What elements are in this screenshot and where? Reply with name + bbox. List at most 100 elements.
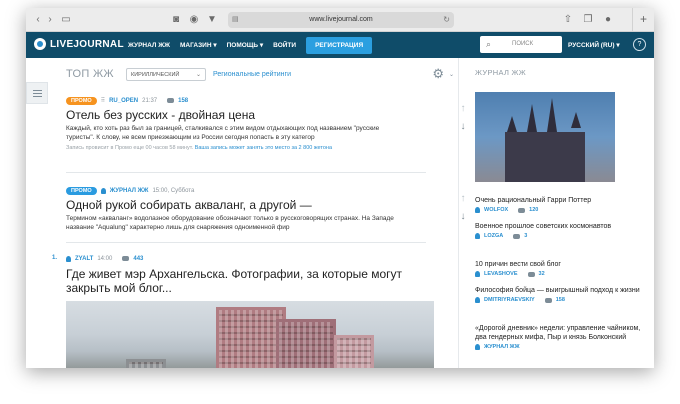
sidebar-post: Военное прошлое советских космонавтов LO… <box>475 222 645 239</box>
promo-badge: ПРОМО <box>66 186 97 195</box>
comment-icon <box>518 207 526 213</box>
share-icon[interactable]: ⇧ <box>562 14 574 26</box>
author-link[interactable]: ЖУРНАЛ ЖЖ <box>110 188 149 194</box>
top-header: ТОП ЖЖ КИРИЛЛИЧЕСКИЙ ⌄ Региональные рейт… <box>66 66 454 84</box>
regional-ratings-link[interactable]: Региональные рейтинги <box>213 71 291 78</box>
gear-icon[interactable]: ⚙ <box>432 66 444 82</box>
logo-text: LIVEJOURNAL <box>50 38 124 50</box>
sidebar-post: «Дорогой дневник» недели: управление чай… <box>475 324 645 350</box>
list-icon-line <box>33 90 42 91</box>
trees-shape <box>66 367 434 368</box>
register-button[interactable]: РЕГИСТРАЦИЯ <box>306 36 373 54</box>
sidebar-post-title[interactable]: «Дорогой дневник» недели: управление чай… <box>475 324 645 342</box>
comment-count[interactable]: 158 <box>556 297 565 303</box>
nav-item-journal[interactable]: ЖУРНАЛ ЖЖ <box>128 42 170 49</box>
promo-post: ПРОМО ⠿ RU_OPEN 21:37 158 Отель без русс… <box>66 96 466 151</box>
promo-note-text: Запись провисит в Промо еще 00 часов 58 … <box>66 145 194 151</box>
rank-number: 1. <box>52 255 58 261</box>
sidebar-post-title[interactable]: 10 причин вести свой блог <box>475 260 645 269</box>
building-shape <box>334 335 374 368</box>
search-icon: ⌕ <box>486 39 492 49</box>
divider <box>66 172 426 173</box>
sidebar-post: Очень рациональный Гарри Поттер WOLFOX 1… <box>475 196 645 213</box>
comment-count[interactable]: 32 <box>539 271 545 277</box>
featured-photo[interactable] <box>475 92 615 182</box>
nav-item-help[interactable]: ПОМОЩЬ ▾ <box>227 41 264 49</box>
post-time: 14:00 <box>97 255 113 262</box>
sidebar-post: 10 причин вести свой блог LEVASHOVE 32 <box>475 260 645 277</box>
sidebar-heading: ЖУРНАЛ ЖЖ <box>475 68 526 77</box>
author-link[interactable]: ZYALT <box>75 256 93 262</box>
comment-count[interactable]: 120 <box>529 207 538 213</box>
comment-count[interactable]: 443 <box>133 256 143 262</box>
comment-icon <box>167 98 175 103</box>
post-title[interactable]: Отель без русских - двойная цена <box>66 108 454 122</box>
pocket-icon[interactable]: ◙ <box>170 14 182 26</box>
sidebar-toggle-button[interactable] <box>26 82 48 104</box>
user-icon <box>100 187 106 194</box>
comment-count[interactable]: 3 <box>524 233 527 239</box>
sidebar-post-title[interactable]: Военное прошлое советских космонавтов <box>475 222 645 231</box>
nav-item-shop[interactable]: МАГАЗИН ▾ <box>180 41 217 49</box>
comment-count[interactable]: 158 <box>178 98 188 104</box>
nav-menu: ЖУРНАЛ ЖЖ МАГАЗИН ▾ ПОМОЩЬ ▾ ВОЙТИ РЕГИС… <box>128 32 373 58</box>
site-navbar: LIVEJOURNAL ЖУРНАЛ ЖЖ МАГАЗИН ▾ ПОМОЩЬ ▾… <box>26 32 654 58</box>
comment-icon <box>122 256 130 261</box>
site-logo[interactable]: LIVEJOURNAL <box>34 38 124 50</box>
address-bar[interactable]: ▤ www.livejournal.com ↻ <box>228 12 454 28</box>
author-link[interactable]: LEVASHOVE <box>484 271 518 277</box>
author-link[interactable]: WOLFOX <box>484 207 508 213</box>
new-tab-button[interactable]: + <box>632 8 654 32</box>
building-shape <box>276 319 336 368</box>
comment-icon <box>527 271 535 277</box>
tabs-icon[interactable]: ❐ <box>582 14 594 26</box>
url-text: www.livejournal.com <box>309 16 373 23</box>
reload-icon[interactable]: ↻ <box>443 12 450 28</box>
language-selector[interactable]: РУССКИЙ (RU) ▾ <box>568 41 620 49</box>
chevron-down-icon[interactable]: ⌄ <box>449 71 454 78</box>
post-excerpt: Каждый, кто хоть раз был за границей, ст… <box>66 125 380 141</box>
post-time: 15:00, Суббота <box>152 187 195 194</box>
post-meta: ZYALT 14:00 443 <box>66 254 454 263</box>
sidebar-post-meta: WOLFOX 120 <box>475 207 645 213</box>
sidebar-icon[interactable]: ▭ <box>60 14 72 26</box>
main-column: ТОП ЖЖ КИРИЛЛИЧЕСКИЙ ⌄ Региональные рейт… <box>52 58 466 368</box>
promo-buy-link[interactable]: Ваша запись может занять это место за 2 … <box>195 145 332 151</box>
post-excerpt: Термином «акваланг» водолазное оборудова… <box>66 215 394 231</box>
post-title[interactable]: Одной рукой собирать акваланг, а другой … <box>66 198 454 212</box>
spire-shape <box>527 104 537 132</box>
author-link[interactable]: ЖУРНАЛ ЖЖ <box>484 344 520 350</box>
sidebar-post-title[interactable]: Философия бойца — выигрышный подход к жи… <box>475 286 645 295</box>
divider <box>66 242 426 243</box>
sidebar-post-meta: LOZGA 3 <box>475 233 645 239</box>
help-icon[interactable]: ? <box>633 38 646 51</box>
reader-icon[interactable]: ▤ <box>232 12 239 28</box>
script-filter-select[interactable]: КИРИЛЛИЧЕСКИЙ ⌄ <box>126 68 206 81</box>
post-meta: ПРОМО ⠿ RU_OPEN 21:37 158 <box>66 96 454 105</box>
forward-icon[interactable]: › <box>44 14 56 26</box>
spire-shape <box>547 98 557 132</box>
nav-item-login[interactable]: ВОЙТИ <box>273 42 296 49</box>
search-input[interactable]: ⌕ ПОИСК <box>480 36 562 53</box>
download-icon[interactable]: ▼ <box>206 14 218 26</box>
post-meta: ПРОМО ЖУРНАЛ ЖЖ 15:00, Суббота <box>66 186 454 195</box>
sidebar-post-meta: DMITRIYRAEVSKIY 158 <box>475 297 645 303</box>
sidebar-post: Философия бойца — выигрышный подход к жи… <box>475 286 645 303</box>
settings-icon[interactable]: ● <box>602 14 614 26</box>
community-icon: ⠿ <box>100 98 106 104</box>
sidebar-post-title[interactable]: Очень рациональный Гарри Поттер <box>475 196 645 205</box>
page-title: ТОП ЖЖ <box>66 68 114 80</box>
author-link[interactable]: LOZGA <box>484 233 503 239</box>
back-icon[interactable]: ‹ <box>32 14 44 26</box>
promo-badge: ПРОМО <box>66 96 97 105</box>
author-link[interactable]: DMITRIYRAEVSKIY <box>484 297 535 303</box>
post-photo[interactable] <box>66 301 434 368</box>
comment-icon <box>513 233 521 239</box>
extension-icon[interactable]: ◉ <box>188 14 200 26</box>
post-title[interactable]: Где живет мэр Архангельска. Фотографии, … <box>66 267 436 295</box>
author-link[interactable]: RU_OPEN <box>109 98 138 104</box>
list-icon-line <box>33 93 42 94</box>
select-value: КИРИЛЛИЧЕСКИЙ <box>131 72 180 78</box>
livejournal-logo-icon <box>34 38 46 50</box>
browser-window: ‹ › ▭ ◙ ◉ ▼ ▤ www.livejournal.com ↻ ⇧ ❐ … <box>26 8 654 368</box>
